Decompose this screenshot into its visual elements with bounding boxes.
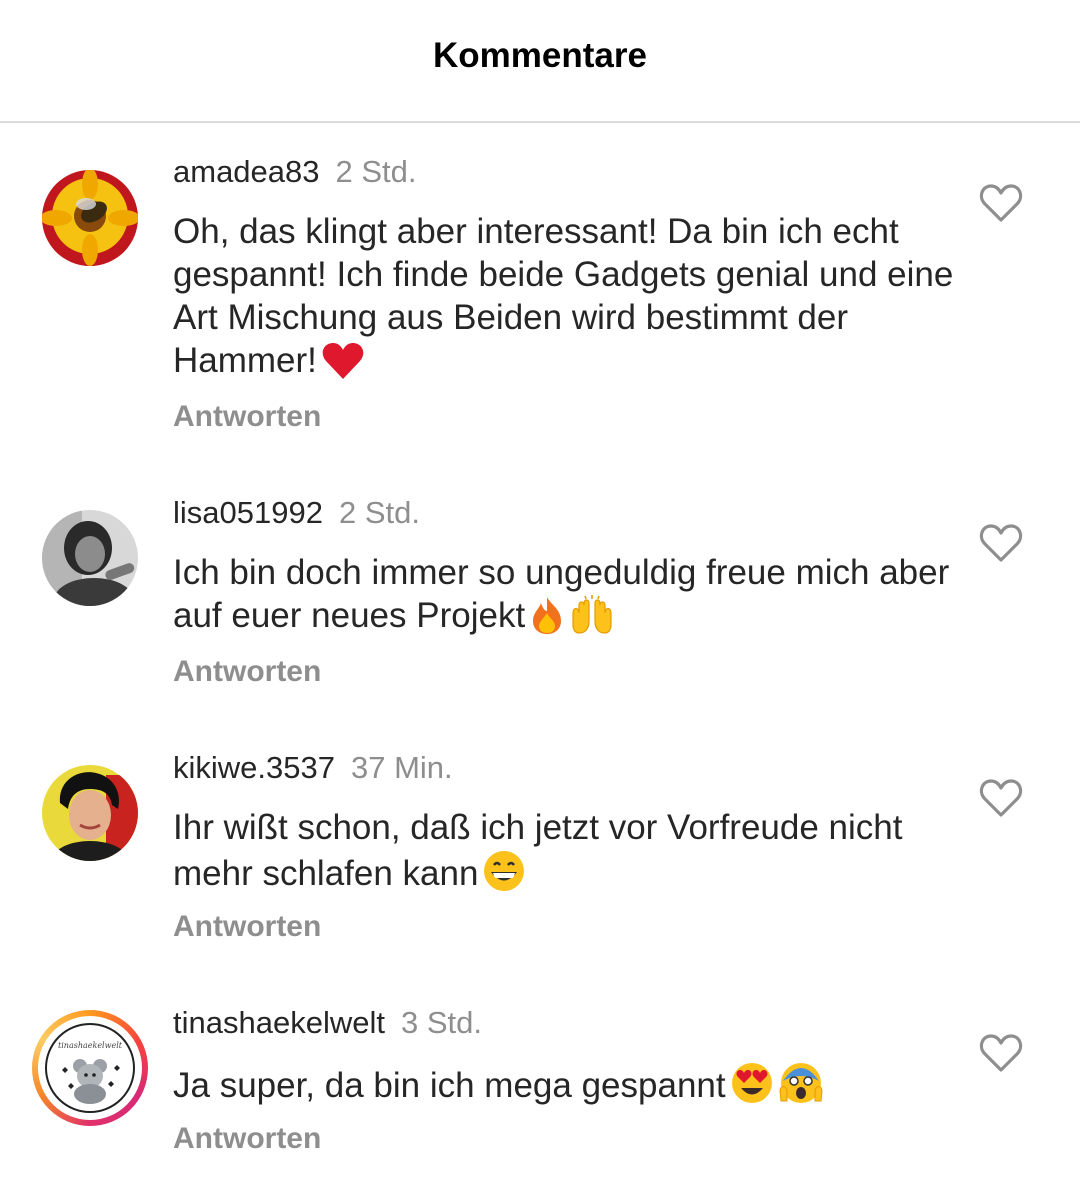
heart-eyes-emoji	[730, 1061, 774, 1115]
reply-button[interactable]: Antworten	[173, 400, 321, 434]
comment-text: Ihr wißt schon, daß ich jetzt vor Vorfre…	[173, 806, 963, 903]
avatar[interactable]	[42, 510, 138, 606]
heart-outline-icon[interactable]	[979, 778, 1023, 818]
comment-text: Ja super, da bin ich mega gespannt	[173, 1061, 963, 1115]
heart-outline-icon[interactable]	[979, 183, 1023, 223]
reply-button[interactable]: Antworten	[173, 655, 321, 689]
comment-meta: lisa051992 2 Std.	[173, 495, 420, 531]
screaming-face-emoji	[778, 1061, 824, 1115]
raising-hands-emoji	[569, 595, 615, 645]
username[interactable]: amadea83	[173, 154, 320, 189]
page-title: Kommentare	[433, 35, 647, 75]
avatar[interactable]: tinashaekelwelt	[42, 1020, 138, 1116]
reply-button[interactable]: Antworten	[173, 910, 321, 944]
fire-emoji	[529, 595, 565, 645]
avatar[interactable]	[42, 765, 138, 861]
username[interactable]: kikiwe.3537	[173, 750, 335, 785]
heart-outline-icon[interactable]	[979, 1033, 1023, 1073]
avatar[interactable]	[42, 170, 138, 266]
grinning-face-emoji	[482, 849, 526, 903]
username[interactable]: tinashaekelwelt	[173, 1005, 385, 1040]
timestamp: 2 Std.	[335, 154, 417, 189]
red-heart-emoji	[321, 342, 365, 390]
username[interactable]: lisa051992	[173, 495, 323, 530]
comment-meta: kikiwe.3537 37 Min.	[173, 750, 453, 786]
story-ring[interactable]: tinashaekelwelt	[32, 1010, 148, 1126]
avatar-logo-text: tinashaekelwelt	[58, 1041, 123, 1050]
comment-text: Ich bin doch immer so ungeduldig freue m…	[173, 551, 963, 645]
comment-meta: tinashaekelwelt 3 Std.	[173, 1005, 482, 1041]
heart-outline-icon[interactable]	[979, 523, 1023, 563]
timestamp: 37 Min.	[350, 750, 453, 785]
reply-button[interactable]: Antworten	[173, 1122, 321, 1156]
comment-meta: amadea83 2 Std.	[173, 154, 417, 190]
timestamp: 3 Std.	[400, 1005, 482, 1040]
timestamp: 2 Std.	[338, 495, 420, 530]
header: Kommentare	[0, 0, 1080, 123]
comment-text: Oh, das klingt aber interessant! Da bin …	[173, 210, 963, 390]
